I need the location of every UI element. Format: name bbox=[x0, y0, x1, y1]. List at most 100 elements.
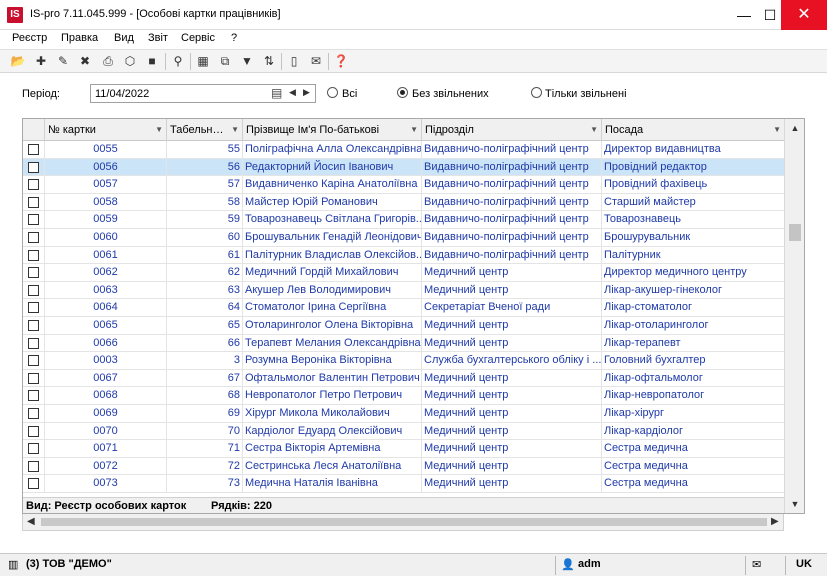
dropdown-icon[interactable]: ▼ bbox=[773, 125, 781, 134]
scroll-up-icon[interactable]: ▲ bbox=[785, 123, 804, 133]
table-row[interactable]: 0069 69 Хірург Микола Миколайович Медичний … bbox=[23, 404, 784, 423]
row-checkbox[interactable] bbox=[28, 390, 39, 402]
scroll-thumb[interactable] bbox=[789, 224, 801, 241]
menu-help[interactable]: ? bbox=[231, 32, 237, 44]
cell-full-name: Редакторний Йосип Іванович bbox=[243, 158, 422, 177]
cell-position: Лікар-стоматолог bbox=[604, 301, 693, 314]
table-row[interactable]: 0058 58 Майстер Юрій Романович Видавничо-по… bbox=[23, 193, 784, 212]
new-record-icon[interactable]: ✚ bbox=[32, 53, 50, 70]
footer-view-label: Вид: Реєстр особових карток bbox=[26, 500, 187, 512]
row-checkbox[interactable] bbox=[28, 231, 39, 243]
print-icon[interactable]: ⎙ bbox=[99, 53, 117, 70]
header-full-name[interactable]: Прізвище Ім'я По-батькові ▼ bbox=[243, 119, 422, 141]
table-row[interactable]: 0059 59 Товарознавець Світлана Григорів...… bbox=[23, 211, 784, 229]
row-checkbox[interactable] bbox=[28, 319, 39, 331]
radio-all[interactable] bbox=[327, 87, 338, 98]
table-icon[interactable]: ▦ bbox=[194, 53, 212, 70]
menu-report[interactable]: Звіт bbox=[148, 32, 168, 44]
cube-icon[interactable]: ⬡ bbox=[121, 53, 139, 70]
scroll-down-icon[interactable]: ▼ bbox=[785, 499, 804, 509]
table-row[interactable]: 0073 73 Медична Наталія Іванівна Медичний ц… bbox=[23, 475, 784, 493]
calendar-icon[interactable]: ▤ bbox=[271, 86, 282, 100]
edit-record-icon[interactable]: ✎ bbox=[54, 53, 72, 70]
row-checkbox[interactable] bbox=[28, 460, 39, 472]
cell-department: Видавничо-поліграфічний центр bbox=[422, 246, 602, 265]
horizontal-scrollbar[interactable]: ◀ ▶ bbox=[22, 514, 784, 531]
row-checkbox-cell bbox=[23, 387, 45, 405]
row-checkbox[interactable] bbox=[28, 425, 39, 437]
row-checkbox[interactable] bbox=[28, 337, 39, 349]
row-checkbox[interactable] bbox=[28, 249, 39, 261]
document-icon[interactable]: ▯ bbox=[285, 53, 303, 70]
table-row[interactable]: 0072 72 Сестринська Леся Анатоліївна Медичн… bbox=[23, 457, 784, 476]
row-checkbox[interactable] bbox=[28, 284, 39, 296]
row-checkbox[interactable] bbox=[28, 407, 39, 419]
table-row[interactable]: 0062 62 Медичний Гордій Михайлович Медичний… bbox=[23, 264, 784, 282]
status-separator bbox=[555, 556, 556, 575]
dropdown-icon[interactable]: ▼ bbox=[590, 125, 598, 134]
table-row[interactable]: 0055 55 Поліграфічна Алла Олександрівна Вид… bbox=[23, 141, 784, 159]
copy-icon[interactable]: ⧉ bbox=[216, 53, 234, 70]
mail-icon[interactable]: ✉ bbox=[752, 558, 761, 571]
dropdown-icon[interactable]: ▼ bbox=[155, 125, 163, 134]
mail-icon[interactable]: ✉ bbox=[307, 53, 325, 70]
search-icon[interactable]: ⚲ bbox=[169, 53, 187, 70]
dropdown-icon[interactable]: ▼ bbox=[410, 125, 418, 134]
row-checkbox[interactable] bbox=[28, 144, 39, 155]
radio-only-dismissed[interactable] bbox=[531, 87, 542, 98]
horizontal-scroll-thumb[interactable] bbox=[41, 518, 767, 526]
next-date-icon[interactable]: ▶ bbox=[303, 87, 310, 98]
cell-position: Провідний редактор bbox=[604, 160, 707, 173]
table-row[interactable]: 0060 60 Брошувальник Генадій Леонідович Вид… bbox=[23, 228, 784, 247]
row-checkbox[interactable] bbox=[28, 196, 39, 208]
table-row[interactable]: 0056 56 Редакторний Йосип Іванович Видавнич… bbox=[23, 158, 784, 177]
vertical-scrollbar[interactable]: ▲ ▼ bbox=[784, 119, 804, 513]
prev-date-icon[interactable]: ◀ bbox=[289, 87, 296, 98]
close-button[interactable]: ✕ bbox=[781, 0, 827, 30]
table-row[interactable]: 0063 63 Акушер Лев Володимирович Медичний ц… bbox=[23, 281, 784, 300]
header-position[interactable]: Посада ▼ bbox=[602, 119, 784, 141]
row-checkbox[interactable] bbox=[28, 161, 39, 173]
open-folder-icon[interactable]: 📂 bbox=[9, 53, 27, 70]
row-checkbox[interactable] bbox=[28, 443, 39, 455]
table-row[interactable]: 0071 71 Сестра Вікторія Артемівна Медичний … bbox=[23, 440, 784, 458]
row-checkbox[interactable] bbox=[28, 478, 39, 490]
header-card-number[interactable]: № картки ▼ bbox=[45, 119, 167, 141]
menu-view[interactable]: Вид bbox=[114, 32, 134, 44]
cell-tab-number: 62 bbox=[167, 264, 243, 282]
header-tab-number[interactable]: Табельн… ▼ bbox=[167, 119, 243, 141]
radio-without-dismissed[interactable] bbox=[397, 87, 408, 98]
table-row[interactable]: 0065 65 Отоларинголог Олена Вікторівна Меди… bbox=[23, 316, 784, 335]
table-row[interactable]: 0057 57 Видавниченко Каріна Анатоліївна Вид… bbox=[23, 176, 784, 194]
sort-filter-icon[interactable]: ⇅ bbox=[260, 53, 278, 70]
row-checkbox[interactable] bbox=[28, 302, 39, 314]
table-row[interactable]: 0064 64 Стоматолог Ірина Сергіївна Секретар… bbox=[23, 299, 784, 317]
cell-card-number: 0065 bbox=[45, 316, 167, 335]
scroll-left-icon[interactable]: ◀ bbox=[27, 516, 35, 527]
dropdown-icon[interactable]: ▼ bbox=[231, 125, 239, 134]
menu-service[interactable]: Сервіс bbox=[181, 32, 215, 44]
table-row[interactable]: 0070 70 Кардіолог Едуард Олексійович Медичн… bbox=[23, 422, 784, 441]
row-checkbox[interactable] bbox=[28, 267, 39, 279]
cell-department: Медичний центр bbox=[422, 457, 602, 476]
grid-rows: 0055 55 Поліграфічна Алла Олександрівна Вид… bbox=[23, 141, 784, 493]
table-row[interactable]: 0061 61 Палітурник Владислав Олексійов... В… bbox=[23, 246, 784, 265]
help-icon[interactable]: ❓ bbox=[332, 53, 350, 70]
delete-record-icon[interactable]: ✖ bbox=[76, 53, 94, 70]
row-checkbox[interactable] bbox=[28, 179, 39, 191]
filter-icon[interactable]: ▼ bbox=[238, 53, 256, 70]
row-checkbox[interactable] bbox=[28, 214, 39, 226]
cell-position: Головний бухгалтер bbox=[604, 354, 706, 367]
table-row[interactable]: 0066 66 Терапевт Мелания Олександрівна Меди… bbox=[23, 334, 784, 353]
menu-registry[interactable]: Реєстр bbox=[12, 32, 47, 44]
header-position-label: Посада bbox=[605, 124, 644, 136]
table-row[interactable]: 0068 68 Невропатолог Петро Петрович Медични… bbox=[23, 387, 784, 405]
header-department[interactable]: Підрозділ ▼ bbox=[422, 119, 602, 141]
row-checkbox[interactable] bbox=[28, 355, 39, 367]
table-row[interactable]: 0067 67 Офтальмолог Валентин Петрович Медич… bbox=[23, 369, 784, 388]
table-row[interactable]: 0003 3 Розумна Вероніка Вікторівна Служба б… bbox=[23, 352, 784, 370]
row-checkbox[interactable] bbox=[28, 372, 39, 384]
scroll-right-icon[interactable]: ▶ bbox=[771, 516, 779, 527]
menu-edit[interactable]: Правка bbox=[61, 32, 98, 44]
period-date-field[interactable]: 11/04/2022 ▤ ◀ ▶ bbox=[90, 84, 316, 103]
